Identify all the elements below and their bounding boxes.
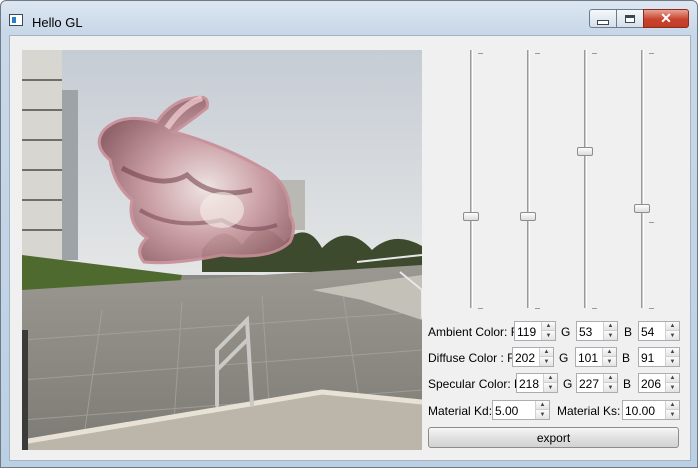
spin-down-icon[interactable]: ▼ (666, 357, 679, 366)
ambient-b-label: B (624, 325, 633, 339)
slider-tick (649, 308, 654, 309)
close-button[interactable]: ✕ (643, 9, 689, 28)
slider-tick (592, 53, 597, 54)
slider-groove (470, 50, 473, 308)
ambient-g-spinbox[interactable]: 53 ▲ ▼ (576, 321, 618, 341)
diffuse-b-spinbox[interactable]: 91 ▲ ▼ (638, 347, 680, 367)
slider-tick (478, 308, 483, 309)
spin-down-icon[interactable]: ▼ (604, 383, 617, 392)
vertical-slider-4[interactable] (629, 44, 655, 316)
specular-b-value: 206 (641, 377, 662, 391)
spin-up-icon[interactable]: ▲ (540, 348, 553, 357)
specular-b-spinbox[interactable]: 206 ▲ ▼ (638, 373, 680, 393)
specular-color-row: Specular Color: R 218 ▲ ▼ G 227 ▲ ▼ B 206 … (428, 373, 690, 395)
diffuse-color-label: Diffuse Color : R (428, 351, 516, 365)
building-left (22, 50, 62, 260)
spin-up-icon[interactable]: ▲ (544, 374, 557, 383)
close-icon: ✕ (660, 10, 672, 26)
material-kd-value: 5.00 (495, 404, 519, 418)
specular-r-spinbox[interactable]: 218 ▲ ▼ (516, 373, 558, 393)
spin-up-icon[interactable]: ▲ (536, 401, 549, 410)
spin-up-icon[interactable]: ▲ (666, 348, 679, 357)
window-app-icon (9, 14, 23, 26)
slider-handle[interactable] (520, 211, 536, 221)
slider-tick (649, 222, 654, 223)
diffuse-color-row: Diffuse Color : R 202 ▲ ▼ G 101 ▲ ▼ B 91 ▲… (428, 347, 690, 369)
spin-down-icon[interactable]: ▼ (536, 410, 549, 419)
spin-down-icon[interactable]: ▼ (604, 331, 617, 340)
spin-down-icon[interactable]: ▼ (603, 357, 616, 366)
slider-handle[interactable] (577, 147, 593, 157)
diffuse-b-value: 91 (641, 351, 655, 365)
window-title: Hello GL (32, 15, 83, 30)
vertical-slider-2[interactable] (515, 44, 541, 316)
slider-group (428, 44, 688, 316)
slider-tick (535, 53, 540, 54)
ambient-color-label: Ambient Color: R (428, 325, 520, 339)
spin-up-icon[interactable]: ▲ (666, 322, 679, 331)
spin-up-icon[interactable]: ▲ (604, 322, 617, 331)
specular-color-label: Specular Color: R (428, 377, 523, 391)
material-ks-value: 10.00 (625, 404, 656, 418)
minimize-icon (597, 19, 609, 25)
slider-tick (478, 53, 483, 54)
material-kd-label: Material Kd: (428, 404, 493, 418)
spin-down-icon[interactable]: ▼ (544, 383, 557, 392)
diffuse-g-spinbox[interactable]: 101 ▲ ▼ (575, 347, 617, 367)
slider-groove (584, 50, 587, 308)
ambient-r-spinbox[interactable]: 119 ▲ ▼ (514, 321, 556, 341)
ambient-g-value: 53 (579, 325, 593, 339)
maximize-icon (625, 14, 635, 23)
ambient-b-value: 54 (641, 325, 655, 339)
spin-down-icon[interactable]: ▼ (542, 331, 555, 340)
diffuse-b-label: B (622, 351, 631, 365)
maximize-button[interactable] (616, 9, 644, 28)
left-post (22, 330, 28, 450)
spin-down-icon[interactable]: ▼ (666, 383, 679, 392)
gl-scene (22, 50, 422, 450)
slider-groove (641, 50, 644, 308)
spin-up-icon[interactable]: ▲ (666, 401, 679, 410)
minimize-button[interactable] (589, 9, 617, 28)
title-bar[interactable]: Hello GL ✕ (1, 1, 697, 35)
slider-tick (535, 308, 540, 309)
ambient-b-spinbox[interactable]: 54 ▲ ▼ (638, 321, 680, 341)
main-panel: Ambient Color: R 119 ▲ ▼ G 53 ▲ ▼ B 54 ▲ ▼ … (9, 35, 691, 461)
building-tower (62, 90, 78, 260)
app-window: Hello GL ✕ Ambient Color: R 119 ▲ ▼ G 53… (0, 0, 698, 468)
specular-g-spinbox[interactable]: 227 ▲ ▼ (576, 373, 618, 393)
specular-b-label: B (623, 377, 632, 391)
slider-groove (527, 50, 530, 308)
material-kd-spinbox[interactable]: 5.00 ▲ ▼ (492, 400, 550, 420)
material-ks-spinbox[interactable]: 10.00 ▲ ▼ (622, 400, 680, 420)
ambient-g-label: G (561, 325, 571, 339)
gl-viewport[interactable] (22, 50, 422, 450)
spin-up-icon[interactable]: ▲ (604, 374, 617, 383)
vertical-slider-1[interactable] (458, 44, 484, 316)
spin-up-icon[interactable]: ▲ (666, 374, 679, 383)
spin-up-icon[interactable]: ▲ (603, 348, 616, 357)
specular-g-label: G (563, 377, 573, 391)
material-ks-label: Material Ks: (557, 404, 621, 418)
slider-tick (592, 308, 597, 309)
spin-down-icon[interactable]: ▼ (666, 331, 679, 340)
specular-g-value: 227 (579, 377, 600, 391)
ambient-color-row: Ambient Color: R 119 ▲ ▼ G 53 ▲ ▼ B 54 ▲ ▼ (428, 321, 690, 343)
material-row: Material Kd: 5.00 ▲ ▼ Material Ks: 10.00 … (428, 400, 690, 422)
diffuse-r-spinbox[interactable]: 202 ▲ ▼ (512, 347, 554, 367)
vertical-slider-3[interactable] (572, 44, 598, 316)
ambient-r-value: 119 (517, 325, 537, 339)
spin-down-icon[interactable]: ▼ (666, 410, 679, 419)
specular-r-value: 218 (519, 377, 540, 391)
spin-down-icon[interactable]: ▼ (540, 357, 553, 366)
export-button[interactable]: export (428, 427, 679, 448)
diffuse-g-label: G (559, 351, 569, 365)
diffuse-g-value: 101 (578, 351, 599, 365)
slider-handle[interactable] (463, 211, 479, 221)
slider-tick (649, 53, 654, 54)
spin-up-icon[interactable]: ▲ (542, 322, 555, 331)
diffuse-r-value: 202 (515, 351, 536, 365)
slider-handle[interactable] (634, 204, 650, 214)
